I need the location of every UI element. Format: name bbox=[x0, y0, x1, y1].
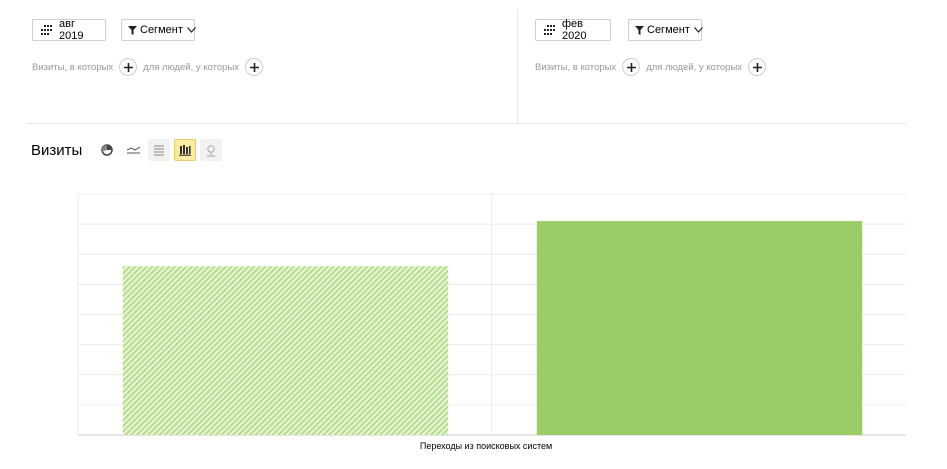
plus-icon bbox=[752, 62, 762, 72]
map-pin-icon bbox=[207, 144, 216, 157]
add-visit-condition-button[interactable] bbox=[119, 58, 138, 76]
bar-фев-2020[interactable] bbox=[536, 221, 863, 435]
comparison-panel-right: фев 2020 Сегмент Визиты, в которых для л… bbox=[518, 0, 947, 124]
period-label: авг 2019 bbox=[59, 18, 84, 42]
panel-divider bbox=[517, 10, 518, 124]
add-people-condition-button[interactable] bbox=[748, 58, 767, 76]
period-button[interactable]: фев 2020 bbox=[535, 18, 611, 42]
section-divider bbox=[26, 123, 906, 124]
visits-bar-chart: Переходы из поисковых систем bbox=[77, 193, 906, 451]
view-pie-chart-button[interactable] bbox=[96, 139, 118, 161]
segment-label: Сегмент bbox=[140, 24, 183, 36]
chart-x-labels: Переходы из поисковых систем bbox=[420, 441, 552, 451]
calendar-grid-icon bbox=[39, 25, 53, 35]
period-label: фев 2020 bbox=[562, 18, 587, 42]
stacked-area-icon bbox=[154, 145, 165, 156]
pie-chart-icon bbox=[101, 144, 114, 156]
bar-chart-icon bbox=[179, 145, 192, 156]
bar-авг-2019[interactable] bbox=[122, 266, 449, 435]
report-title: Визиты bbox=[31, 141, 83, 159]
segment-conditions: Визиты, в которых для людей, у которых bbox=[535, 58, 772, 76]
period-button[interactable]: авг 2019 bbox=[32, 18, 106, 42]
view-map-button[interactable] bbox=[200, 139, 223, 161]
view-line-chart-button[interactable] bbox=[122, 139, 144, 161]
people-condition-label: для людей, у которых bbox=[143, 61, 240, 73]
line-chart-icon bbox=[126, 146, 140, 154]
add-people-condition-button[interactable] bbox=[245, 58, 264, 76]
x-axis-category-label: Переходы из поисковых систем bbox=[420, 441, 552, 451]
chart-bars bbox=[122, 221, 863, 435]
chevron-down-icon bbox=[186, 27, 196, 33]
segment-button[interactable]: Сегмент bbox=[121, 19, 196, 41]
filter-icon bbox=[128, 25, 137, 35]
visits-condition-label: Визиты, в которых bbox=[535, 61, 617, 73]
report-header: Визиты bbox=[31, 139, 226, 161]
people-condition-label: для людей, у которых bbox=[646, 61, 743, 73]
chevron-down-icon bbox=[693, 27, 703, 33]
segment-button[interactable]: Сегмент bbox=[628, 19, 703, 41]
plus-icon bbox=[123, 62, 133, 72]
segment-label: Сегмент bbox=[647, 24, 690, 36]
filter-icon bbox=[635, 25, 644, 35]
calendar-grid-icon bbox=[542, 25, 556, 35]
comparison-panel-left: авг 2019 Сегмент Визиты, в которых для л… bbox=[0, 0, 517, 124]
view-bar-chart-button[interactable] bbox=[174, 139, 197, 161]
view-stacked-area-button[interactable] bbox=[148, 139, 171, 161]
plus-icon bbox=[249, 62, 259, 72]
add-visit-condition-button[interactable] bbox=[622, 58, 641, 76]
visits-condition-label: Визиты, в которых bbox=[32, 61, 114, 73]
plus-icon bbox=[626, 62, 636, 72]
segment-conditions: Визиты, в которых для людей, у которых bbox=[32, 58, 269, 76]
